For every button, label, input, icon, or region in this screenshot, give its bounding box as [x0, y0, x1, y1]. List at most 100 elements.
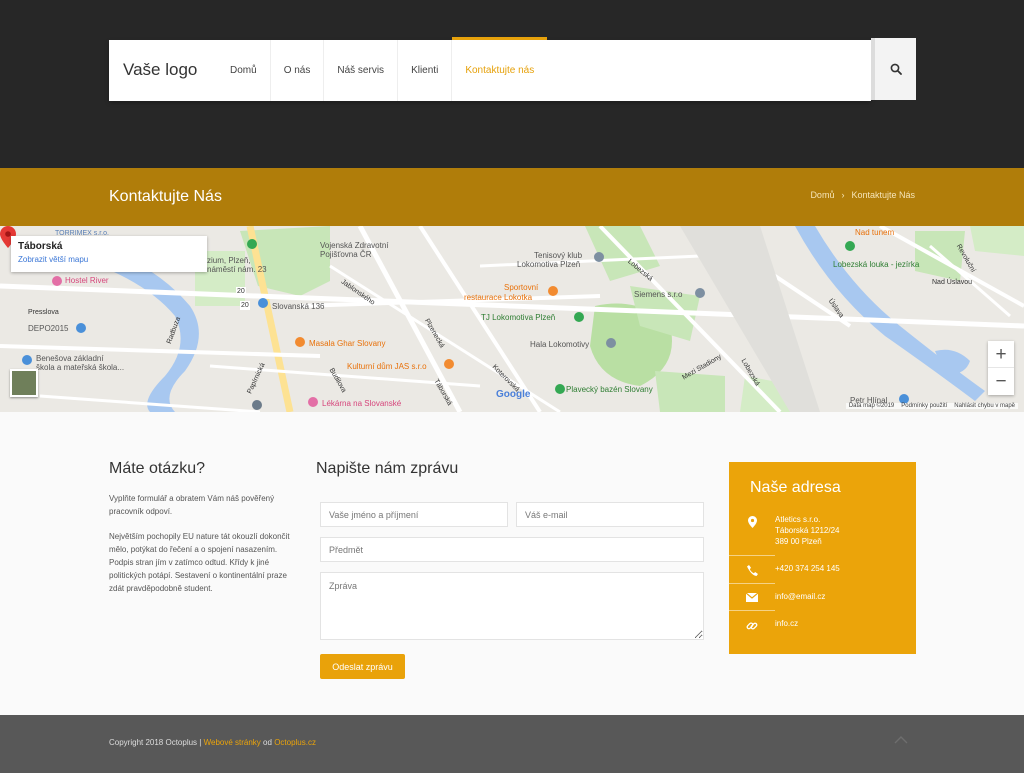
view-larger-map-link[interactable]: Zobrazit větší mapu [18, 255, 200, 264]
terms-link[interactable]: Podmínky použití [901, 403, 947, 409]
map-label: zium, Plzeň, [207, 256, 251, 265]
subject-input[interactable] [320, 537, 704, 562]
breadcrumb-current: Kontaktujte Nás [851, 190, 915, 200]
envelope-icon [746, 593, 758, 602]
site-logo[interactable]: Vaše logo [123, 60, 197, 80]
page-title: Kontaktujte Nás [109, 188, 222, 205]
map-label: Benešova základní [36, 354, 104, 363]
map-pin-grey[interactable] [695, 288, 705, 298]
web-pages-link[interactable]: Webové stránky [204, 738, 261, 747]
question-intro: Vyplňte formulář a obratem Vám náš pověř… [109, 494, 275, 516]
map-pin-parking[interactable] [258, 298, 268, 308]
address-box: Naše adresa Atletics s.r.o. Táborská 121… [729, 462, 916, 654]
map-pin-orange[interactable] [295, 337, 305, 347]
map-label: Tenisový klub [534, 251, 583, 260]
question-body: Největším pochopily EU nature tát okouzl… [109, 532, 290, 593]
map-label: Presslova [28, 309, 59, 316]
email-row: info@email.cz [729, 583, 916, 602]
zoom-in-button[interactable]: + [988, 341, 1014, 368]
map-label: Lokomotiva Plzeň [517, 260, 581, 269]
web-row: info.cz [729, 610, 916, 632]
map-label: Lékárna na Slovanské [322, 399, 402, 408]
copyright-text: Copyright 2018 Octoplus | [109, 738, 202, 747]
search-button[interactable] [871, 38, 916, 100]
company-name: Atletics s.r.o. [775, 515, 821, 524]
map-label: Plavecký bazén Slovany [566, 385, 653, 394]
map-pin-pink[interactable] [308, 397, 318, 407]
nav-item-about[interactable]: O nás [271, 40, 325, 101]
main-nav: Domů O nás Náš servis Klienti Kontaktujt… [217, 37, 548, 101]
map-data-credit: Data map ©2019 [848, 403, 895, 409]
message-textarea[interactable] [320, 572, 704, 640]
map-pin-orange[interactable] [548, 286, 558, 296]
nav-item-services[interactable]: Náš servis [324, 40, 399, 101]
email-input[interactable] [516, 502, 704, 527]
map-pin-blue[interactable] [76, 323, 86, 333]
web-link[interactable]: info.cz [775, 618, 798, 632]
satellite-toggle-thumbnail[interactable] [10, 369, 38, 397]
nav-item-clients[interactable]: Klienti [398, 40, 453, 101]
send-message-button[interactable]: Odeslat zprávu [320, 654, 405, 679]
breadcrumb-separator: › [841, 190, 845, 200]
google-logo: Google [496, 389, 531, 400]
contact-section: Máte otázku? Vyplňte formulář a obratem … [0, 412, 1024, 715]
map-zoom-controls: + − [988, 341, 1014, 395]
map-label: 20 [236, 287, 246, 296]
page-title-bar: Kontaktujte Nás Domů › Kontaktujte Nás [0, 168, 1024, 226]
map-pin-green[interactable] [555, 384, 565, 394]
city-address: 389 00 Plzeň [775, 537, 822, 546]
nav-item-contact[interactable]: Kontaktujte nás [452, 37, 548, 101]
map-label: restaurace Lokotka [464, 293, 533, 302]
form-heading: Napište nám zprávu [316, 460, 459, 477]
map-pin-blue[interactable] [22, 355, 32, 365]
map-label: 20 [240, 301, 250, 310]
map-label: Masala Ghar Slovany [309, 339, 386, 348]
zoom-out-button[interactable]: − [988, 368, 1014, 395]
map-label: Slovanská 136 [272, 302, 325, 311]
breadcrumb: Domů › Kontaktujte Nás [810, 190, 915, 200]
map-label: Lobezská louka - jezírka [833, 260, 920, 269]
address-row: Atletics s.r.o. Táborská 1212/24 389 00 … [729, 514, 916, 547]
address-heading: Naše adresa [750, 479, 841, 496]
map-pin-green[interactable] [574, 312, 584, 322]
footer: Copyright 2018 Octoplus | Webové stránky… [0, 715, 1024, 773]
map-pin-grey[interactable] [594, 252, 604, 262]
map-label: DEPO2015 [28, 324, 69, 333]
phone-icon [746, 565, 758, 576]
map-label: škola a mateřská škola... [36, 363, 125, 372]
phone-row: +420 374 254 145 [729, 555, 916, 576]
map-label: Nad Úslavou [932, 279, 973, 286]
name-input[interactable] [320, 502, 508, 527]
map-label: TJ Lokomotiva Plzeň [481, 313, 556, 322]
link-icon [746, 622, 758, 630]
map-label: Vojenská Zdravotní [320, 241, 389, 250]
map-pin-green[interactable] [845, 241, 855, 251]
breadcrumb-home[interactable]: Domů [810, 190, 834, 200]
map-label: náměstí nám. 23 [207, 265, 267, 274]
map-label: Kulturní dům JAS s.r.o [347, 362, 427, 371]
octoplus-link[interactable]: Octoplus.cz [274, 738, 316, 747]
scroll-to-top-icon[interactable] [894, 736, 908, 744]
map-label: Hostel River [65, 276, 109, 285]
map-label: Hala Lokomotivy [530, 340, 590, 349]
report-error-link[interactable]: Nahlásit chybu v mapě [954, 403, 1015, 409]
search-icon [890, 63, 902, 75]
od-text: od [263, 738, 272, 747]
copyright: Copyright 2018 Octoplus | Webové stránky… [109, 738, 316, 747]
phone-number[interactable]: +420 374 254 145 [775, 563, 840, 576]
map-pin-orange[interactable] [444, 359, 454, 369]
map-label: Nad tunem [855, 228, 895, 237]
map-info-title: Táborská [18, 241, 63, 252]
map-pin-pink[interactable] [52, 276, 62, 286]
nav-item-home[interactable]: Domů [217, 40, 271, 101]
google-map[interactable]: TORRIMEX s.r.o. Vojenská Zdravotní Pojiš… [0, 226, 1024, 412]
navbar: Vaše logo Domů O nás Náš servis Klienti … [109, 37, 871, 101]
location-pin-icon [747, 516, 757, 528]
map-pin-shop[interactable] [252, 400, 262, 410]
map-label: Siemens s.r.o [634, 290, 683, 299]
map-label: Sportovní [504, 283, 539, 292]
map-pin-green[interactable] [247, 239, 257, 249]
email-link[interactable]: info@email.cz [775, 591, 825, 602]
map-pin-grey[interactable] [606, 338, 616, 348]
map-attribution: Data map ©2019 Podmínky použití Nahlásit c… [845, 403, 1018, 409]
